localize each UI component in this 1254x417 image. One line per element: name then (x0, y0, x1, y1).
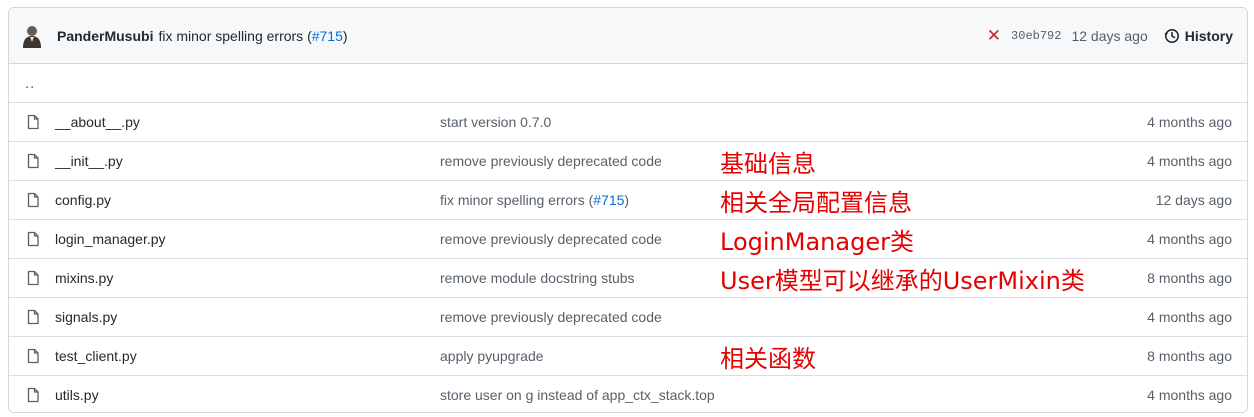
file-age: 4 months ago (1147, 114, 1232, 130)
history-button[interactable]: History (1164, 28, 1233, 44)
history-icon (1164, 28, 1179, 43)
file-commit-message[interactable]: store user on g instead of app_ctx_stack… (440, 387, 720, 403)
file-age: 8 months ago (1147, 348, 1232, 364)
file-commit-message[interactable]: remove previously deprecated code (440, 231, 720, 247)
commit-time: 12 days ago (1071, 27, 1148, 44)
file-row[interactable]: signals.py remove previously deprecated c… (9, 297, 1247, 336)
commit-author[interactable]: PanderMusubi (57, 28, 153, 44)
history-label: History (1184, 27, 1233, 44)
file-row[interactable]: utils.py store user on g instead of app_c… (9, 375, 1247, 412)
file-age: 4 months ago (1147, 309, 1232, 325)
avatar[interactable] (21, 24, 43, 48)
annotation: 相关函数 (720, 344, 816, 373)
file-age: 4 months ago (1147, 153, 1232, 169)
file-icon (25, 309, 41, 325)
annotation: 相关全局配置信息 (720, 188, 912, 217)
file-age: 8 months ago (1147, 270, 1232, 286)
annotation: 基础信息 (720, 149, 816, 178)
file-name[interactable]: test_client.py (55, 348, 440, 364)
file-row[interactable]: mixins.py remove module docstring stubs Us… (9, 258, 1247, 297)
file-row[interactable]: login_manager.py remove previously deprec… (9, 219, 1247, 258)
file-icon (25, 270, 41, 286)
file-icon (25, 153, 41, 169)
annotation: User模型可以继承的UserMixin类 (720, 266, 1085, 295)
file-icon (25, 231, 41, 247)
file-commit-message[interactable]: apply pyupgrade (440, 348, 720, 364)
latest-commit-bar: PanderMusubi fix minor spelling errors (… (9, 8, 1247, 64)
parent-directory-link[interactable]: .. (9, 75, 35, 92)
file-icon (25, 192, 41, 208)
ci-failed-icon[interactable]: ✕ (987, 27, 1001, 44)
file-age: 12 days ago (1155, 192, 1232, 208)
file-icon (25, 114, 41, 130)
file-commit-message[interactable]: start version 0.7.0 (440, 114, 720, 130)
annotation: LoginManager类 (720, 227, 914, 256)
commit-sha[interactable]: 30eb792 (1011, 29, 1061, 43)
file-name[interactable]: __init__.py (55, 153, 440, 169)
file-icon (25, 387, 41, 403)
file-commit-message[interactable]: fix minor spelling errors (#715) (440, 192, 720, 208)
file-age: 4 months ago (1147, 387, 1232, 403)
file-row[interactable]: __init__.py remove previously deprecated … (9, 141, 1247, 180)
file-commit-message[interactable]: remove previously deprecated code (440, 309, 720, 325)
file-age: 4 months ago (1147, 231, 1232, 247)
file-row[interactable]: __about__.py start version 0.7.0 4 months … (9, 102, 1247, 141)
file-name[interactable]: __about__.py (55, 114, 440, 130)
file-icon (25, 348, 41, 364)
commit-message[interactable]: fix minor spelling errors (#715) (158, 28, 347, 44)
file-name[interactable]: login_manager.py (55, 231, 440, 247)
file-commit-message[interactable]: remove module docstring stubs (440, 270, 720, 286)
file-commit-message[interactable]: remove previously deprecated code (440, 153, 720, 169)
pr-link[interactable]: #715 (593, 192, 624, 208)
file-name[interactable]: signals.py (55, 309, 440, 325)
parent-directory-row[interactable]: .. (9, 64, 1247, 102)
file-name[interactable]: mixins.py (55, 270, 440, 286)
pr-link[interactable]: #715 (312, 28, 343, 44)
file-browser: PanderMusubi fix minor spelling errors (… (8, 7, 1248, 413)
file-name[interactable]: utils.py (55, 387, 440, 403)
file-row[interactable]: test_client.py apply pyupgrade 相关函数 8 month… (9, 336, 1247, 375)
file-name[interactable]: config.py (55, 192, 440, 208)
file-row[interactable]: config.py fix minor spelling errors (#715… (9, 180, 1247, 219)
